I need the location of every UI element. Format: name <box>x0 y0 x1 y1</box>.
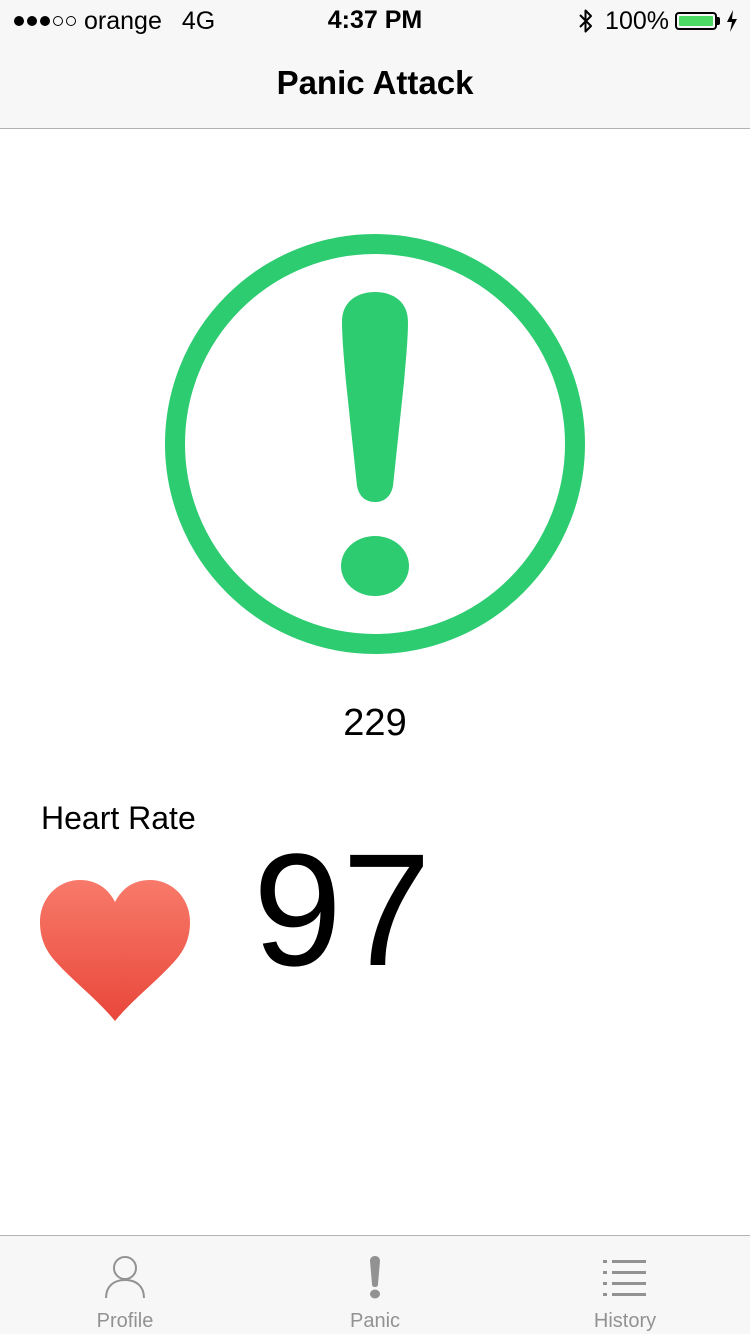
tab-profile-label: Profile <box>96 1310 154 1332</box>
navigation-bar: Panic Attack <box>0 40 750 129</box>
tab-panic[interactable]: Panic <box>250 1236 500 1334</box>
exclamation-icon <box>370 1256 380 1299</box>
charging-bolt-icon <box>727 10 737 32</box>
panic-counter: 229 <box>343 702 407 744</box>
status-bar: orange 4G 4:37 PM 100% <box>0 0 750 40</box>
battery-icon <box>675 12 717 30</box>
heart-rate-value: 97 <box>253 820 431 999</box>
list-icon <box>603 1260 646 1296</box>
tab-history[interactable]: History <box>500 1236 750 1334</box>
tab-panic-label: Panic <box>349 1310 401 1332</box>
tab-bar: Profile Panic History <box>0 1235 750 1334</box>
panic-button[interactable] <box>165 234 585 654</box>
page-title: Panic Attack <box>276 64 474 101</box>
battery-cap <box>717 17 720 25</box>
exclamation-circle-icon <box>165 234 585 654</box>
heart-rate-label: Heart Rate <box>41 800 196 836</box>
screen: orange 4G 4:37 PM 100% Panic Attack 229 … <box>0 0 750 1334</box>
battery-percent: 100% <box>605 6 669 35</box>
bluetooth-icon <box>579 9 593 33</box>
battery-fill <box>679 16 713 26</box>
tab-history-label: History <box>593 1310 657 1332</box>
person-icon <box>105 1256 145 1299</box>
status-right: 100% <box>579 6 738 36</box>
tab-profile[interactable]: Profile <box>0 1236 250 1334</box>
heart-icon <box>40 880 190 1021</box>
